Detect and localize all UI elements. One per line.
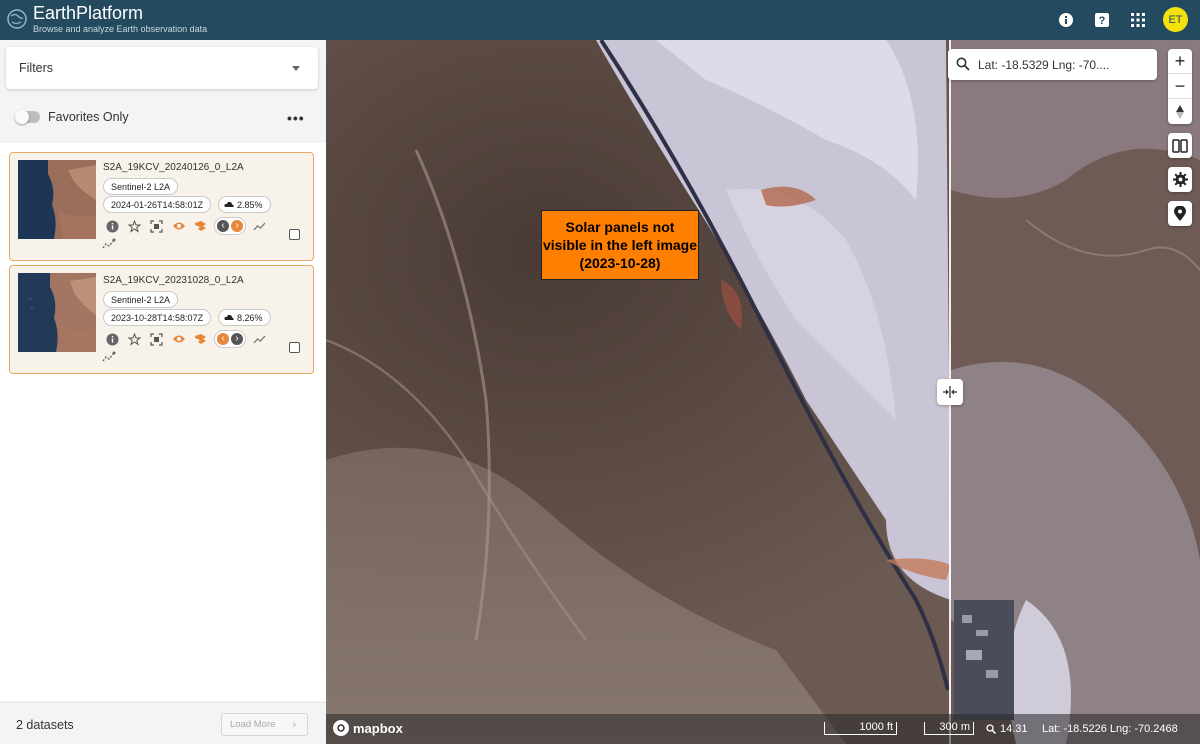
zoom-in-button[interactable]: + (1168, 49, 1192, 74)
filters-dropdown[interactable]: Filters (6, 47, 318, 89)
chevron-right-icon: › (292, 719, 296, 731)
dataset-title: S2A_19KCV_20240126_0_L2A (103, 162, 244, 173)
satellite-imagery[interactable] (326, 40, 1200, 744)
svg-text:?: ? (1099, 15, 1106, 27)
map-view[interactable]: Lat: -18.5329 Lng: -70.... + − Solar pan… (326, 40, 1200, 744)
dataset-actions: ‹ › (104, 330, 268, 348)
compare-mode-button[interactable] (1168, 133, 1192, 158)
dataset-thumbnail[interactable] (18, 273, 96, 352)
dataset-actions: ‹ › (104, 217, 268, 235)
dataset-card[interactable]: S2A_19KCV_20231028_0_L2A Sentinel-2 L2A … (9, 265, 314, 374)
cursor-coordinates: Lat: -18.5226 Lng: -70.2468 (1042, 723, 1178, 735)
scale-bar-feet: 1000 ft (824, 722, 897, 735)
info-icon[interactable] (104, 331, 121, 348)
annotation-callout: Solar panels not visible in the left ima… (541, 210, 699, 280)
search-value: Lat: -18.5329 Lng: -70.... (978, 57, 1110, 72)
split-view-icon (1172, 138, 1188, 153)
header-actions: ? ET (1055, 7, 1188, 32)
chevron-down-icon (292, 66, 300, 71)
brand: EarthPlatform Browse and analyze Earth o… (33, 3, 207, 35)
timeseries-icon[interactable] (102, 350, 116, 368)
dataset-thumbnail[interactable] (18, 160, 96, 239)
sidebar: Filters Favorites Only ••• S2A_19KCV_202… (0, 40, 326, 744)
compass-reset-button[interactable] (1168, 99, 1192, 124)
collection-badge: Sentinel-2 L2A (103, 291, 179, 308)
cloud-cover-value: 2.85% (237, 199, 263, 210)
sidebar-footer: 2 datasets Load More › (0, 702, 326, 744)
mapbox-attribution[interactable]: mapbox (333, 720, 403, 736)
cloud-icon (224, 314, 234, 320)
dataset-list: S2A_19KCV_20240126_0_L2A Sentinel-2 L2A … (0, 143, 326, 701)
mapbox-label: mapbox (353, 720, 403, 736)
load-more-label: Load More (230, 719, 276, 730)
layers-style-icon[interactable] (192, 331, 209, 348)
collection-badge: Sentinel-2 L2A (103, 178, 179, 195)
compass-icon (1176, 104, 1184, 119)
load-more-button[interactable]: Load More › (221, 713, 308, 736)
user-avatar[interactable]: ET (1163, 7, 1188, 32)
eye-icon[interactable] (170, 331, 187, 348)
search-icon (956, 57, 970, 71)
earth-logo-icon[interactable] (6, 6, 28, 32)
info-icon[interactable] (104, 218, 121, 235)
info-icon[interactable] (1055, 9, 1077, 31)
cloud-cover-badge: 8.26% (218, 309, 271, 326)
layers-style-icon[interactable] (192, 218, 209, 235)
star-icon[interactable] (126, 218, 143, 235)
cloud-icon (224, 201, 234, 207)
compare-left-icon[interactable]: ‹ (217, 333, 229, 345)
dataset-count: 2 datasets (16, 718, 74, 732)
app-title[interactable]: EarthPlatform (33, 3, 207, 23)
zoom-level: 14.31 (986, 723, 1028, 735)
app-header: EarthPlatform Browse and analyze Earth o… (0, 0, 1200, 40)
zoom-controls: + − (1168, 49, 1192, 124)
compare-left-icon[interactable]: ‹ (217, 220, 229, 232)
more-options-icon[interactable]: ••• (287, 110, 305, 126)
mapbox-logo-icon (333, 720, 349, 736)
dataset-card[interactable]: S2A_19KCV_20240126_0_L2A Sentinel-2 L2A … (9, 152, 314, 261)
zoom-value: 14.31 (1000, 723, 1028, 735)
zoom-magnifier-icon (986, 724, 996, 734)
chart-icon[interactable] (251, 331, 268, 348)
app-subtitle: Browse and analyze Earth observation dat… (33, 24, 208, 34)
zoom-to-extent-icon[interactable] (148, 218, 165, 235)
compare-side-selector[interactable]: ‹ › (214, 330, 246, 348)
scale-bar-meters: 300 m (924, 722, 974, 735)
datetime-badge: 2024-01-26T14:58:01Z (103, 196, 212, 213)
dataset-title: S2A_19KCV_20231028_0_L2A (103, 275, 244, 286)
cloud-cover-badge: 2.85% (218, 196, 271, 213)
cloud-cover-value: 8.26% (237, 312, 263, 323)
compare-right-icon[interactable]: › (231, 220, 243, 232)
datetime-badge: 2023-10-28T14:58:07Z (103, 309, 212, 326)
help-icon[interactable]: ? (1091, 9, 1113, 31)
select-checkbox[interactable] (289, 342, 300, 353)
favorites-label: Favorites Only (48, 110, 129, 124)
zoom-out-button[interactable]: − (1168, 74, 1192, 99)
coordinate-search-input[interactable]: Lat: -18.5329 Lng: -70.... (948, 49, 1157, 80)
apps-grid-icon[interactable] (1127, 9, 1149, 31)
zoom-to-extent-icon[interactable] (148, 331, 165, 348)
compare-right-icon[interactable]: › (231, 333, 243, 345)
favorites-toggle[interactable] (15, 110, 40, 124)
location-pin-button[interactable] (1168, 201, 1192, 226)
map-pin-icon (1174, 206, 1186, 221)
map-settings-button[interactable] (1168, 167, 1192, 192)
select-checkbox[interactable] (289, 229, 300, 240)
filters-label: Filters (19, 61, 54, 75)
split-drag-handle-icon[interactable] (937, 379, 963, 405)
gear-icon (1172, 172, 1188, 187)
star-icon[interactable] (126, 331, 143, 348)
chart-icon[interactable] (251, 218, 268, 235)
compare-side-selector[interactable]: ‹ › (214, 217, 246, 235)
favorites-toggle-row: Favorites Only (15, 110, 129, 124)
timeseries-icon[interactable] (102, 237, 116, 255)
eye-icon[interactable] (170, 218, 187, 235)
